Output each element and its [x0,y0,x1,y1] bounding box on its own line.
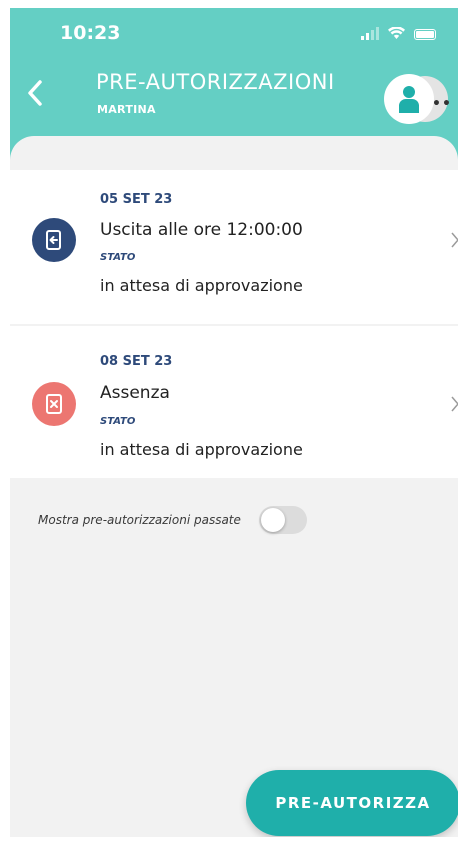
chevron-right-icon [450,230,458,254]
status-label: STATO [100,416,136,427]
person-icon [399,86,419,113]
status-label: STATO [100,252,136,263]
status-time: 10:23 [60,22,121,44]
item-date: 05 SET 23 [100,192,173,207]
item-title: Assenza [100,383,170,403]
wifi-icon [388,27,405,39]
back-button[interactable] [24,78,54,114]
signal-icon [361,26,379,40]
status-value: in attesa di approvazione [100,440,303,459]
exit-door-icon [32,218,76,262]
chevron-right-icon [450,394,458,418]
toggle-knob [260,508,285,532]
status-value: in attesa di approvazione [100,276,303,295]
page-subtitle: MARTINA [97,103,156,116]
absence-x-icon [32,382,76,426]
list-item[interactable]: 05 SET 23 Uscita alle ore 12:00:00 STATO… [10,170,458,324]
show-past-toggle[interactable] [258,506,307,534]
profile-switcher-button[interactable]: •• [384,74,452,124]
page-title: PRE-AUTORIZZAZIONI [96,70,335,94]
status-icons [361,26,436,40]
toggle-label: Mostra pre-autorizzazioni passate [38,513,241,527]
ellipsis-icon: •• [432,96,452,112]
list-item[interactable]: 08 SET 23 Assenza STATO in attesa di app… [10,326,458,478]
chevron-left-icon [28,80,42,106]
item-date: 08 SET 23 [100,354,173,369]
avatar [384,74,434,124]
app-screen: 10:23 PRE-AUTORIZZAZIONI MARTINA •• 05 S… [10,8,458,837]
show-past-toggle-row: Mostra pre-autorizzazioni passate [38,506,307,534]
pre-authorize-button[interactable]: PRE-AUTORIZZA [246,770,458,836]
item-title: Uscita alle ore 12:00:00 [100,220,303,240]
battery-icon [414,29,436,40]
